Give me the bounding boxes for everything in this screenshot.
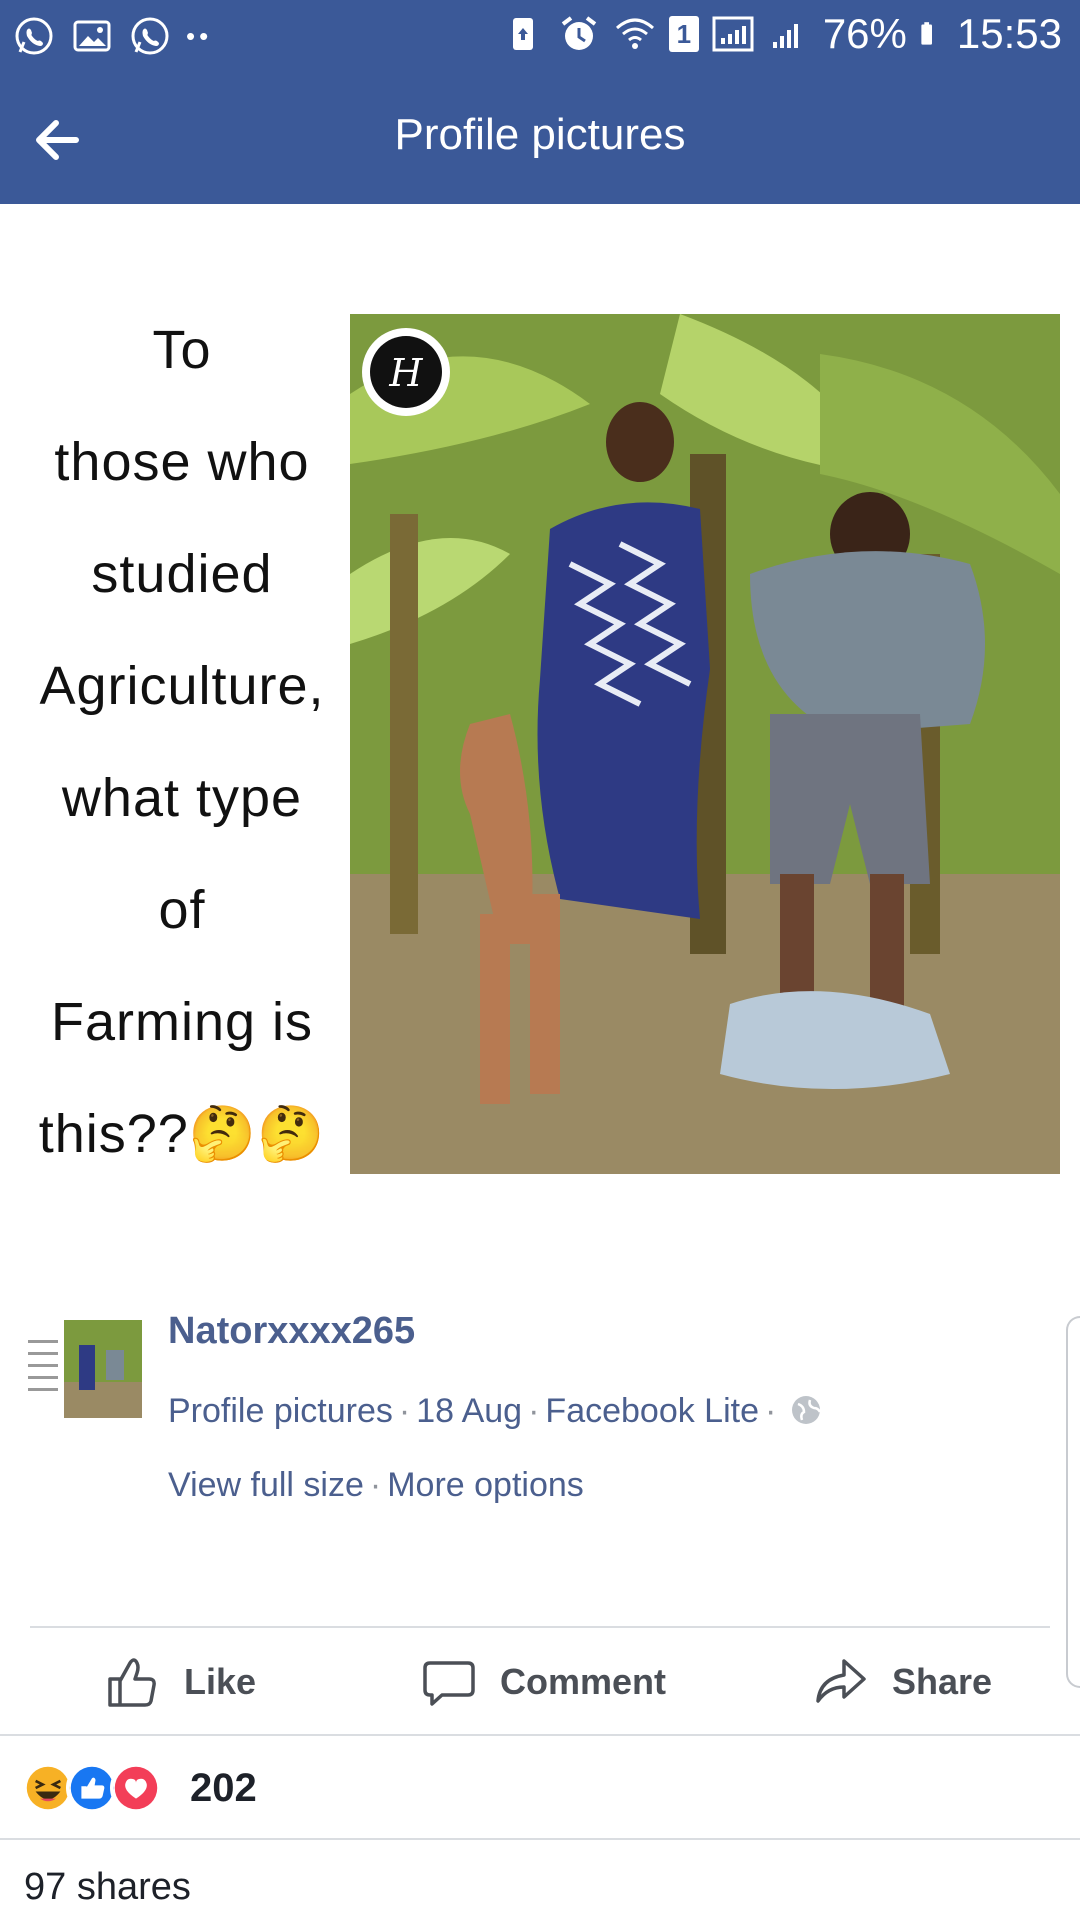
author-name[interactable]: Natorxxxx265 [168,1310,415,1353]
app-header: Profile pictures [0,72,1080,204]
wifi-icon [615,18,654,49]
album-link[interactable]: Profile pictures [168,1392,393,1430]
more-notifications-icon: •• [186,20,213,51]
like-button[interactable]: Like [104,1650,256,1714]
meme-line: of [158,880,206,940]
meme-line: studied [91,544,273,604]
whatsapp-icon [15,17,53,55]
page-title: Profile pictures [394,110,686,159]
meme-line: To [152,320,212,380]
separator: · [369,1466,382,1504]
svg-text:H: H [388,351,423,395]
battery-icon [921,22,932,45]
meme-line: this??🤔🤔 [38,1104,326,1164]
post-info: Natorxxxx265 Profile pictures · 18 Aug · Fac… [0,1300,1080,1620]
status-bar: •• 1 76% 15:53 [0,0,1080,72]
divider [0,1838,1080,1840]
notification-icons: •• [12,14,212,58]
signal-icon [712,16,754,52]
comment-icon [423,1661,475,1706]
meme-line: Agriculture, [39,656,325,716]
separator: · [528,1392,540,1430]
battery-saver-icon [512,18,533,50]
photo-viewer[interactable]: To those who studied Agriculture, what t… [0,204,1080,1264]
source-link[interactable]: Facebook Lite [545,1392,759,1430]
gallery-icon [73,20,111,52]
globe-icon [792,1396,822,1424]
divider [0,1734,1080,1736]
reaction-count: 202 [190,1765,257,1810]
more-options-link[interactable]: More options [387,1466,584,1504]
whatsapp-icon [131,17,169,55]
shares-count[interactable]: 97 shares [24,1866,191,1909]
avatar[interactable] [24,1320,142,1418]
love-reaction-icon [110,1762,162,1814]
meme-line: Farming is [50,992,314,1052]
sim-slot-badge: 1 [668,16,699,52]
battery-percent: 76% [822,10,907,57]
post-date[interactable]: 18 Aug [416,1392,522,1430]
signal-icon [772,24,798,48]
meme-line: what type [61,768,303,828]
share-button[interactable]: Share [812,1650,992,1714]
share-label: Share [892,1661,993,1702]
comment-label: Comment [500,1661,667,1702]
like-label: Like [184,1661,257,1702]
meme-photo: H [350,314,1060,1174]
photo-links: View full size · More options [168,1466,584,1505]
divider [30,1626,1050,1628]
comment-button[interactable]: Comment [420,1650,666,1714]
meme-caption: To those who studied Agriculture, what t… [12,294,352,1190]
reactions-summary[interactable]: 202 [22,1756,257,1820]
action-bar: Like Comment Share [0,1630,1080,1736]
meme-line: those who [54,432,310,492]
view-full-size-link[interactable]: View full size [168,1466,364,1504]
separator: · [398,1392,411,1430]
post-meta: Profile pictures · 18 Aug · Facebook Lite · [168,1392,822,1431]
alarm-icon [561,16,597,50]
thumbs-up-icon [108,1658,156,1707]
clock: 15:53 [956,10,1062,57]
share-arrow-icon [816,1659,866,1703]
system-icons: 1 76% 15:53 [501,10,1062,58]
separator: · [765,1392,777,1430]
